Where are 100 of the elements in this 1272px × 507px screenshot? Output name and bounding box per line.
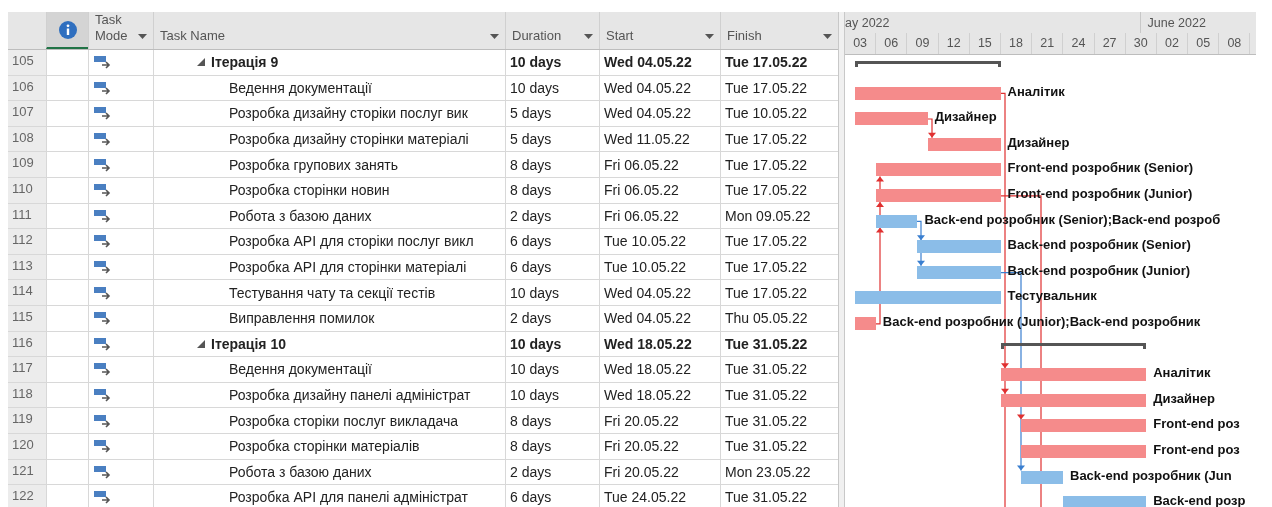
column-header[interactable]: Duration <box>512 28 562 44</box>
finish-date-cell: Mon 23.05.22 <box>725 463 811 480</box>
task-bar[interactable] <box>917 265 1001 279</box>
task-bar[interactable] <box>855 316 876 330</box>
summary-bar[interactable] <box>855 61 1001 67</box>
finish-date-cell: Tue 17.05.22 <box>725 284 807 301</box>
start-date-cell: Wed 04.05.22 <box>604 54 692 71</box>
task-bar[interactable] <box>855 86 1001 100</box>
task-bar[interactable] <box>875 163 1001 177</box>
auto-scheduled-task-icon <box>94 388 112 402</box>
duration-cell: 10 days <box>510 361 560 378</box>
start-date-cell: Tue 24.05.22 <box>604 489 686 506</box>
row-number: 107 <box>8 101 46 127</box>
auto-scheduled-task-icon <box>94 208 112 223</box>
column-header[interactable]: Task Mode <box>95 12 128 44</box>
resource-label: Аналітик <box>1007 83 1065 99</box>
finish-date-cell: Tue 31.05.22 <box>725 387 807 403</box>
start-date-cell: Wed 04.05.22 <box>604 79 691 96</box>
task-bar[interactable] <box>1021 419 1147 433</box>
task-name: Розробка API для панелі адміністрат <box>229 489 468 506</box>
duration-cell: 5 days <box>510 105 552 122</box>
row-number: 119 <box>8 408 46 434</box>
resource-label: Тестувальник <box>1007 288 1097 304</box>
task-bar[interactable] <box>855 112 928 126</box>
start-date-cell: Fri 20.05.22 <box>604 438 679 455</box>
dependency-line <box>927 118 936 139</box>
auto-scheduled-task-icon <box>94 157 112 172</box>
day-label: 02 <box>1156 33 1189 54</box>
row-number: 116 <box>8 331 46 358</box>
duration-cell: 10 days <box>510 387 560 403</box>
task-bar[interactable] <box>927 137 1001 151</box>
dropdown-caret-icon[interactable] <box>705 34 714 40</box>
auto-scheduled-task-icon <box>94 464 112 479</box>
auto-scheduled-task-icon <box>94 80 112 95</box>
task-bar[interactable] <box>875 214 918 228</box>
dropdown-caret-icon[interactable] <box>823 34 832 40</box>
dropdown-caret-icon[interactable] <box>490 34 499 40</box>
row-number: 111 <box>8 203 46 230</box>
info-icon[interactable] <box>58 20 77 39</box>
month-label: June 2022 <box>1147 15 1206 30</box>
row-number: 109 <box>8 152 46 178</box>
start-date-cell: Fri 06.05.22 <box>604 182 679 199</box>
finish-date-cell: Mon 09.05.22 <box>725 207 811 224</box>
task-bar[interactable] <box>1021 444 1147 458</box>
row-number: 105 <box>8 50 46 76</box>
task-bar[interactable] <box>875 188 1001 202</box>
duration-cell: 8 days <box>510 412 552 429</box>
duration-cell: 10 days <box>510 335 562 352</box>
start-date-cell: Wed 18.05.22 <box>604 361 691 378</box>
row-number: 114 <box>8 280 46 306</box>
duration-cell: 10 days <box>510 79 560 96</box>
resource-label: Front-end роз <box>1153 441 1240 457</box>
task-bar[interactable] <box>855 291 1001 305</box>
finish-date-cell: Tue 31.05.22 <box>725 489 807 506</box>
day-label: 12 <box>938 33 970 54</box>
day-label: 06 <box>876 33 908 54</box>
task-bar[interactable] <box>1021 470 1063 484</box>
row-number: 112 <box>8 229 46 255</box>
auto-scheduled-task-icon <box>94 183 112 198</box>
task-name: Розробка дизайну сторіки послуг вик <box>229 105 468 122</box>
pane-splitter[interactable] <box>838 12 845 507</box>
row-number: 120 <box>8 433 46 460</box>
summary-bar[interactable] <box>1000 342 1147 349</box>
resource-label: Back-end розробник (Junior);Back-end розробник <box>882 313 1201 329</box>
column-header[interactable]: Task Name <box>160 28 226 44</box>
start-date-cell: Wed 18.05.22 <box>604 335 692 352</box>
row-number: 122 <box>8 485 46 507</box>
finish-date-cell: Tue 17.05.22 <box>725 182 807 199</box>
column-header[interactable]: Finish <box>727 28 762 44</box>
row-number: 115 <box>8 305 46 332</box>
finish-date-cell: Tue 17.05.22 <box>725 233 807 250</box>
day-label: 15 <box>969 33 1001 54</box>
duration-cell: 2 days <box>510 463 552 480</box>
task-bar[interactable] <box>917 240 1001 254</box>
collapse-triangle-icon[interactable] <box>197 339 205 348</box>
task-name: Розробка сторінки матеріалів <box>229 438 420 455</box>
task-name: Розробка дизайну сторінки матеріалі <box>229 131 469 148</box>
task-name: Розробка API для сторіки послуг викл <box>229 233 474 250</box>
resource-label: Back-end розр <box>1153 493 1246 507</box>
dropdown-caret-icon[interactable] <box>584 34 593 40</box>
resource-label: Дизайнер <box>934 109 997 125</box>
column-header[interactable]: Start <box>606 28 634 44</box>
row-number: 117 <box>8 357 46 383</box>
auto-scheduled-task-icon <box>94 362 112 377</box>
finish-date-cell: Tue 17.05.22 <box>725 131 807 148</box>
day-label: 24 <box>1063 33 1095 54</box>
day-label: 18 <box>1000 33 1033 54</box>
auto-scheduled-task-icon <box>94 285 112 300</box>
duration-cell: 2 days <box>510 207 552 224</box>
finish-date-cell: Tue 17.05.22 <box>725 156 807 173</box>
task-bar[interactable] <box>1000 393 1147 407</box>
task-name: Ведення документації <box>229 79 372 96</box>
task-name: Розробка групових занять <box>229 156 398 173</box>
collapse-triangle-icon[interactable] <box>197 58 205 67</box>
resource-label: Back-end розробник (Senior);Back-end розроб <box>924 211 1221 227</box>
task-bar[interactable] <box>1000 368 1147 382</box>
dropdown-caret-icon[interactable] <box>138 34 147 40</box>
auto-scheduled-task-icon <box>94 55 112 70</box>
duration-cell: 6 days <box>510 259 552 276</box>
row-number: 118 <box>8 382 46 409</box>
